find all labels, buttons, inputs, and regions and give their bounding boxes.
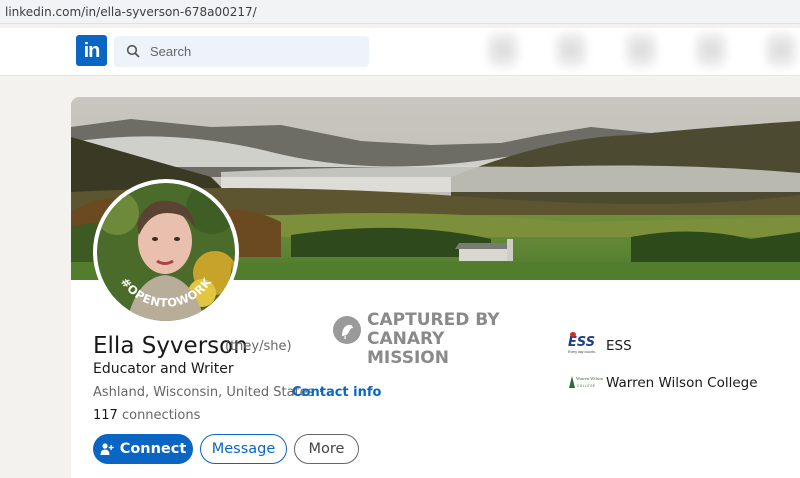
org-name: ESS bbox=[606, 338, 632, 354]
profile-pronouns: (they/she) bbox=[225, 339, 292, 354]
profile-location: Ashland, Wisconsin, United States · bbox=[93, 385, 323, 400]
url-text[interactable]: linkedin.com/in/ella-syverson-678a00217/ bbox=[5, 5, 257, 19]
watermark-line1: CAPTURED BY bbox=[367, 310, 500, 330]
connect-button[interactable]: Connect bbox=[93, 434, 193, 464]
avatar: #OPENTOWORK bbox=[97, 183, 235, 321]
warren-wilson-logo: Warren Wilson COLLEGE bbox=[568, 372, 603, 394]
watermark-line2: CANARY MISSION bbox=[367, 329, 449, 368]
ess-logo: ESS Every day counts. bbox=[568, 332, 598, 357]
message-button[interactable]: Message bbox=[200, 434, 287, 464]
connections-count[interactable]: 117 connections bbox=[93, 408, 200, 423]
nav-item-blurred[interactable] bbox=[625, 32, 657, 68]
nav-item-blurred[interactable] bbox=[487, 32, 519, 68]
more-button[interactable]: More bbox=[294, 434, 359, 464]
org-education[interactable]: Warren Wilson COLLEGE Warren Wilson Coll… bbox=[568, 371, 758, 395]
connections-number: 117 bbox=[93, 408, 118, 423]
contact-info-link[interactable]: Contact info bbox=[292, 385, 381, 400]
connections-label: connections bbox=[121, 408, 201, 423]
nav-item-blurred[interactable] bbox=[695, 32, 727, 68]
bird-icon bbox=[333, 316, 361, 344]
top-navigation: in bbox=[0, 28, 800, 76]
add-person-icon bbox=[100, 443, 114, 455]
search-input[interactable] bbox=[150, 36, 360, 67]
profile-headline: Educator and Writer bbox=[93, 361, 234, 377]
search-box[interactable] bbox=[114, 36, 369, 67]
linkedin-logo[interactable]: in bbox=[76, 35, 107, 66]
org-current-employer[interactable]: ESS Every day counts. ESS bbox=[568, 332, 632, 358]
browser-address-bar[interactable]: linkedin.com/in/ella-syverson-678a00217/ bbox=[0, 0, 800, 24]
canary-mission-watermark: CAPTURED BY CANARY MISSION bbox=[333, 310, 523, 368]
nav-item-blurred[interactable] bbox=[765, 32, 797, 68]
search-icon bbox=[126, 44, 140, 58]
profile-photo[interactable]: #OPENTOWORK bbox=[93, 179, 239, 325]
org-name: Warren Wilson College bbox=[606, 375, 758, 391]
nav-item-blurred[interactable] bbox=[555, 32, 587, 68]
connect-button-label: Connect bbox=[119, 441, 187, 457]
